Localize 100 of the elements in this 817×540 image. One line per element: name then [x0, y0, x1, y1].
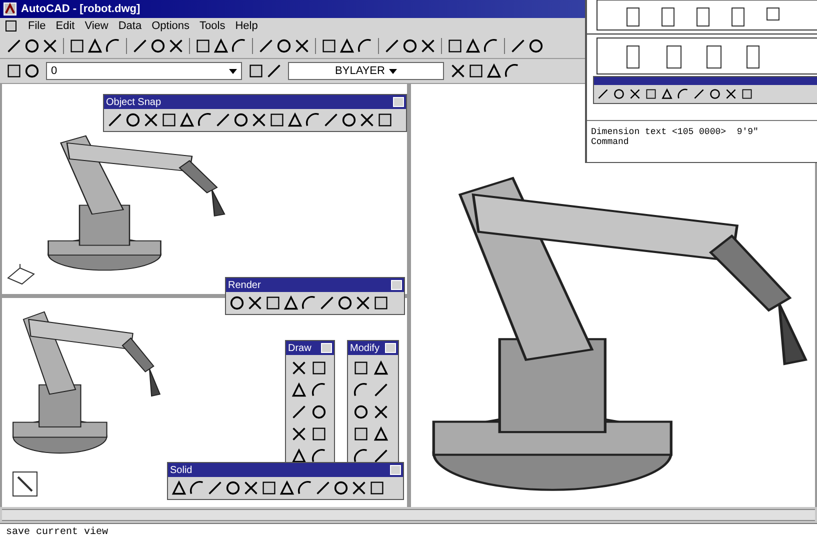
- arc-icon[interactable]: [504, 63, 520, 79]
- square-icon[interactable]: [311, 360, 327, 376]
- arc-icon[interactable]: [353, 448, 369, 464]
- triangle-icon[interactable]: [171, 480, 187, 496]
- arc-icon[interactable]: [231, 38, 247, 54]
- line-icon[interactable]: [693, 88, 705, 100]
- cross-icon[interactable]: [243, 480, 259, 496]
- triangle-icon[interactable]: [291, 448, 307, 464]
- cross-icon[interactable]: [351, 480, 367, 496]
- menu-item[interactable]: Help: [235, 20, 258, 32]
- menu-item[interactable]: Data: [118, 20, 142, 32]
- circle-icon[interactable]: [24, 63, 40, 79]
- cross-icon[interactable]: [629, 88, 641, 100]
- arc-icon[interactable]: [305, 112, 321, 128]
- circle-icon[interactable]: [402, 38, 418, 54]
- square-icon[interactable]: [69, 38, 85, 54]
- line-icon[interactable]: [384, 38, 400, 54]
- square-icon[interactable]: [353, 360, 369, 376]
- square-icon[interactable]: [369, 480, 385, 496]
- circle-icon[interactable]: [311, 404, 327, 420]
- arc-icon[interactable]: [483, 38, 499, 54]
- triangle-icon[interactable]: [213, 38, 229, 54]
- arc-icon[interactable]: [105, 38, 121, 54]
- arc-icon[interactable]: [357, 38, 373, 54]
- cross-icon[interactable]: [420, 38, 436, 54]
- square-icon[interactable]: [741, 88, 753, 100]
- menu-item[interactable]: Options: [152, 20, 190, 32]
- menu-item[interactable]: File: [28, 20, 46, 32]
- circle-icon[interactable]: [709, 88, 721, 100]
- cross-icon[interactable]: [247, 295, 263, 311]
- arc-icon[interactable]: [677, 88, 689, 100]
- triangle-icon[interactable]: [283, 295, 299, 311]
- line-icon[interactable]: [315, 480, 331, 496]
- triangle-icon[interactable]: [339, 38, 355, 54]
- triangle-icon[interactable]: [661, 88, 673, 100]
- square-icon[interactable]: [265, 295, 281, 311]
- square-icon[interactable]: [373, 295, 389, 311]
- line-icon[interactable]: [207, 480, 223, 496]
- cross-icon[interactable]: [42, 38, 58, 54]
- menu-item[interactable]: Edit: [56, 20, 75, 32]
- line-icon[interactable]: [132, 38, 148, 54]
- triangle-icon[interactable]: [373, 360, 389, 376]
- square-icon[interactable]: [195, 38, 211, 54]
- cross-icon[interactable]: [725, 88, 737, 100]
- circle-icon[interactable]: [125, 112, 141, 128]
- arc-icon[interactable]: [311, 382, 327, 398]
- triangle-icon[interactable]: [373, 426, 389, 442]
- arc-icon[interactable]: [353, 382, 369, 398]
- triangle-icon[interactable]: [486, 63, 502, 79]
- triangle-icon[interactable]: [465, 38, 481, 54]
- line-icon[interactable]: [597, 88, 609, 100]
- arc-icon[interactable]: [301, 295, 317, 311]
- linetype-dropdown[interactable]: BYLAYER: [288, 62, 444, 80]
- square-icon[interactable]: [4, 19, 18, 33]
- line-icon[interactable]: [373, 448, 389, 464]
- square-icon[interactable]: [248, 63, 264, 79]
- circle-icon[interactable]: [341, 112, 357, 128]
- triangle-icon[interactable]: [87, 38, 103, 54]
- cross-icon[interactable]: [291, 426, 307, 442]
- triangle-icon[interactable]: [179, 112, 195, 128]
- line-icon[interactable]: [6, 38, 22, 54]
- circle-icon[interactable]: [150, 38, 166, 54]
- square-icon[interactable]: [377, 112, 393, 128]
- circle-icon[interactable]: [613, 88, 625, 100]
- line-icon[interactable]: [323, 112, 339, 128]
- line-icon[interactable]: [319, 295, 335, 311]
- layer-dropdown[interactable]: 0: [46, 62, 242, 80]
- triangle-icon[interactable]: [279, 480, 295, 496]
- line-icon[interactable]: [258, 38, 274, 54]
- circle-icon[interactable]: [233, 112, 249, 128]
- cross-icon[interactable]: [450, 63, 466, 79]
- circle-icon[interactable]: [24, 38, 40, 54]
- cross-icon[interactable]: [291, 360, 307, 376]
- triangle-icon[interactable]: [287, 112, 303, 128]
- square-icon[interactable]: [311, 426, 327, 442]
- arc-icon[interactable]: [297, 480, 313, 496]
- line-icon[interactable]: [107, 112, 123, 128]
- square-icon[interactable]: [468, 63, 484, 79]
- menu-item[interactable]: Tools: [200, 20, 226, 32]
- circle-icon[interactable]: [229, 295, 245, 311]
- line-icon[interactable]: [291, 404, 307, 420]
- circle-icon[interactable]: [353, 404, 369, 420]
- line-icon[interactable]: [373, 382, 389, 398]
- square-icon[interactable]: [353, 426, 369, 442]
- triangle-icon[interactable]: [291, 382, 307, 398]
- square-icon[interactable]: [261, 480, 277, 496]
- cross-icon[interactable]: [251, 112, 267, 128]
- line-icon[interactable]: [510, 38, 526, 54]
- circle-icon[interactable]: [333, 480, 349, 496]
- circle-icon[interactable]: [337, 295, 353, 311]
- line-icon[interactable]: [266, 63, 282, 79]
- cross-icon[interactable]: [355, 295, 371, 311]
- menu-item[interactable]: View: [84, 20, 108, 32]
- circle-icon[interactable]: [225, 480, 241, 496]
- circle-icon[interactable]: [528, 38, 544, 54]
- square-icon[interactable]: [269, 112, 285, 128]
- circle-icon[interactable]: [276, 38, 292, 54]
- line-icon[interactable]: [215, 112, 231, 128]
- square-icon[interactable]: [447, 38, 463, 54]
- horizontal-scrollbar[interactable]: [2, 509, 815, 521]
